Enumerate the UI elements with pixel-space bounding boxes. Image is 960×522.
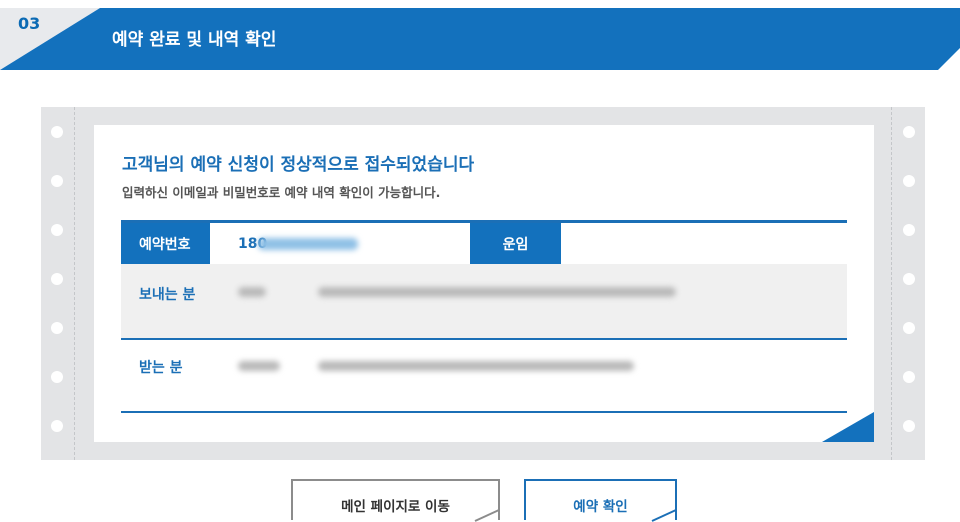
reservation-number-redacted [258,238,358,250]
perforation-hole [51,224,63,236]
perforation-hole [903,175,915,187]
go-main-page-label: 메인 페이지로 이동 [341,499,450,515]
perforation-hole [51,420,63,432]
completion-headline: 고객님의 예약 신청이 정상적으로 접수되었습니다 [122,155,475,175]
card-corner-accent [822,412,874,442]
perforation-hole [51,322,63,334]
button-slash-decoration [474,509,500,522]
reservation-number-label: 예약번호 [121,223,210,264]
table-bottom-border [121,411,847,413]
left-perforation [74,107,75,460]
receiver-label: 받는 분 [139,360,183,376]
go-main-page-button[interactable]: 메인 페이지로 이동 [291,479,500,522]
sender-label: 보내는 분 [139,287,196,303]
row-divider [121,338,847,340]
perforation-hole [903,224,915,236]
step-header: 03 예약 완료 및 내역 확인 [0,0,960,70]
button-slash-decoration [651,509,677,522]
perforation-hole [51,126,63,138]
perforation-hole [51,175,63,187]
receiver-address-redacted [318,361,634,371]
fare-label: 운임 [470,223,561,264]
receiver-name-redacted [238,361,280,371]
confirm-reservation-button[interactable]: 예약 확인 [524,479,677,522]
page-title: 예약 완료 및 내역 확인 [112,30,277,50]
sender-address-redacted [318,287,676,297]
perforation-hole [903,273,915,285]
sender-name-redacted [238,287,266,297]
step-number: 03 [18,14,41,33]
perforation-hole [903,126,915,138]
perforation-hole [903,371,915,383]
completion-subtext: 입력하신 이메일과 비밀번호로 예약 내역 확인이 가능합니다. [122,185,441,200]
right-perforation [891,107,892,460]
perforation-hole [51,371,63,383]
perforation-hole [903,420,915,432]
perforation-hole [51,273,63,285]
sender-row [121,264,847,338]
confirm-reservation-label: 예약 확인 [573,499,628,515]
perforation-hole [903,322,915,334]
